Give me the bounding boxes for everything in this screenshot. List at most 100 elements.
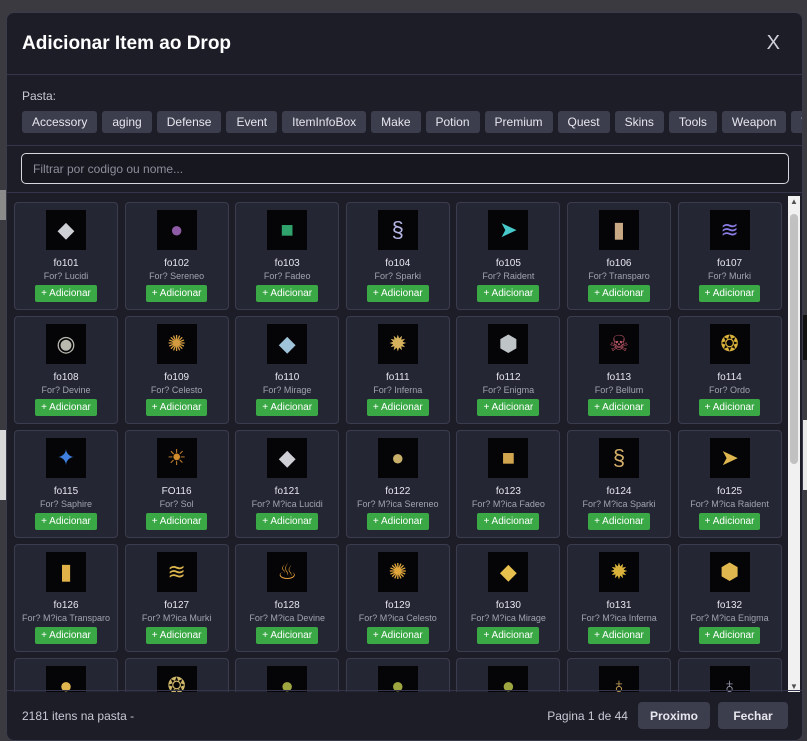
item-code: fo107	[717, 258, 743, 269]
item-name: For? Transparo	[588, 271, 650, 281]
folder-chip[interactable]: Accessory	[22, 111, 98, 133]
item-code: fo132	[717, 600, 743, 611]
pagination: Pagina 1 de 44 Proximo Fechar	[547, 702, 788, 729]
item-name: For? M?ica Mirage	[470, 613, 546, 623]
item-code: fo128	[274, 600, 300, 611]
folder-chip[interactable]: Potion	[425, 111, 480, 133]
folder-chip[interactable]: Event	[226, 111, 278, 133]
add-item-button[interactable]: + Adicionar	[256, 399, 319, 416]
scroll-up-icon[interactable]: ▲	[790, 197, 798, 206]
orb-icon: ●	[156, 210, 197, 250]
add-item-button[interactable]: + Adicionar	[698, 513, 761, 530]
scroll-thumb[interactable]	[790, 214, 798, 464]
item-code: fo101	[53, 258, 79, 269]
add-item-button[interactable]: + Adicionar	[256, 285, 319, 302]
item-code: fo124	[606, 486, 632, 497]
item-name: For? Raident	[482, 271, 535, 281]
item-name: For? M?ica Inferna	[581, 613, 657, 623]
item-card: ◆ fo110 For? Mirage + Adicionar	[235, 316, 340, 424]
item-code: fo112	[496, 372, 521, 383]
item-name: For? Sparki	[374, 271, 422, 281]
add-item-button[interactable]: + Adicionar	[366, 513, 429, 530]
scrollbar[interactable]: ▲ ▼	[788, 196, 800, 692]
item-card: § fo104 For? Sparki + Adicionar	[345, 202, 450, 310]
necklace-icon: ♁	[598, 666, 639, 692]
add-item-button[interactable]: + Adicionar	[477, 285, 540, 302]
item-code: fo103	[274, 258, 300, 269]
add-item-button[interactable]: + Adicionar	[145, 513, 208, 530]
claw-icon: ≋	[156, 552, 197, 592]
item-count: 2181 itens na pasta -	[22, 708, 135, 723]
next-page-button[interactable]: Proximo	[637, 702, 710, 729]
add-item-button[interactable]: + Adicionar	[366, 627, 429, 644]
item-name: For? M?ica Raident	[690, 499, 769, 509]
add-item-button[interactable]: + Adicionar	[477, 627, 540, 644]
item-card: ⬢ fo112 For? Enigma + Adicionar	[456, 316, 561, 424]
folder-chip[interactable]: Weapon	[721, 111, 787, 133]
folder-chip[interactable]: ItemInfoBox	[282, 111, 367, 133]
item-card: ♁	[566, 658, 671, 692]
add-item-button[interactable]: + Adicionar	[588, 513, 650, 530]
necklace-icon: ♁	[709, 666, 750, 692]
folder-chip[interactable]: Premium	[484, 111, 553, 133]
modal-header: Adicionar Item ao Drop X	[7, 13, 802, 75]
folder-chip[interactable]: Quest	[557, 111, 610, 133]
add-item-button[interactable]: + Adicionar	[366, 399, 429, 416]
search-bar	[7, 146, 802, 193]
add-item-button[interactable]: + Adicionar	[256, 627, 319, 644]
close-icon[interactable]: X	[761, 28, 786, 59]
claw-icon: ≋	[709, 210, 750, 250]
swirl-icon: §	[598, 438, 639, 478]
add-item-button[interactable]: + Adicionar	[35, 513, 97, 530]
add-item-button[interactable]: + Adicionar	[698, 285, 761, 302]
add-item-button[interactable]: + Adicionar	[35, 399, 97, 416]
item-name: For? Devine	[41, 385, 91, 395]
add-item-button[interactable]: + Adicionar	[588, 285, 650, 302]
page-info: Pagina 1 de 44	[547, 708, 628, 723]
gem-icon: ◆	[46, 210, 86, 250]
shard-icon: ◆	[267, 324, 308, 364]
add-item-button[interactable]: + Adicionar	[145, 285, 208, 302]
add-item-button[interactable]: + Adicionar	[256, 513, 319, 530]
add-item-modal: Adicionar Item ao Drop X Pasta: Accessor…	[6, 12, 803, 741]
add-item-button[interactable]: + Adicionar	[588, 399, 650, 416]
folder-chip[interactable]: Defense	[156, 111, 222, 133]
search-input[interactable]	[21, 153, 789, 184]
item-name: For? Fadeo	[263, 271, 311, 281]
item-card: ▮ fo106 For? Transparo + Adicionar	[566, 202, 671, 310]
add-item-button[interactable]: + Adicionar	[588, 627, 650, 644]
item-name: For? M?ica Enigma	[690, 613, 769, 623]
folder-chip[interactable]: Skins	[614, 111, 664, 133]
item-grid: ◆ fo101 For? Lucidi + Adicionar ● fo102 For? S…	[14, 202, 782, 692]
item-code: fo109	[164, 372, 190, 383]
folder-chip[interactable]: Tools	[668, 111, 717, 133]
item-name: For? Enigma	[482, 385, 535, 395]
item-code: FO116	[161, 486, 192, 497]
folder-chip[interactable]: Wing	[791, 111, 802, 133]
add-item-button[interactable]: + Adicionar	[145, 627, 208, 644]
skull-icon: ☠	[598, 324, 639, 364]
modal-footer: 2181 itens na pasta - Pagina 1 de 44 Pro…	[7, 690, 802, 740]
add-item-button[interactable]: + Adicionar	[477, 399, 540, 416]
item-card: ◆ fo101 For? Lucidi + Adicionar	[14, 202, 118, 310]
close-button[interactable]: Fechar	[718, 702, 788, 729]
orb-icon: ●	[377, 438, 418, 478]
add-item-button[interactable]: + Adicionar	[366, 285, 429, 302]
add-item-button[interactable]: + Adicionar	[35, 285, 97, 302]
folder-chip[interactable]: aging	[102, 111, 152, 133]
orb-icon: ●	[267, 666, 308, 692]
crystal-icon: ■	[488, 438, 529, 478]
add-item-button[interactable]: + Adicionar	[698, 399, 761, 416]
add-item-button[interactable]: + Adicionar	[477, 513, 540, 530]
folder-chip[interactable]: Make	[371, 111, 421, 133]
add-item-button[interactable]: + Adicionar	[145, 399, 208, 416]
item-card: ➤ fo105 For? Raident + Adicionar	[456, 202, 561, 310]
swirl-icon: ✺	[377, 552, 418, 592]
item-code: fo115	[53, 486, 79, 497]
add-item-button[interactable]: + Adicionar	[698, 627, 761, 644]
item-code: fo130	[495, 600, 521, 611]
item-card: ●	[456, 658, 561, 692]
item-code: fo127	[164, 600, 190, 611]
add-item-button[interactable]: + Adicionar	[35, 627, 97, 644]
item-card: ●	[345, 658, 450, 692]
